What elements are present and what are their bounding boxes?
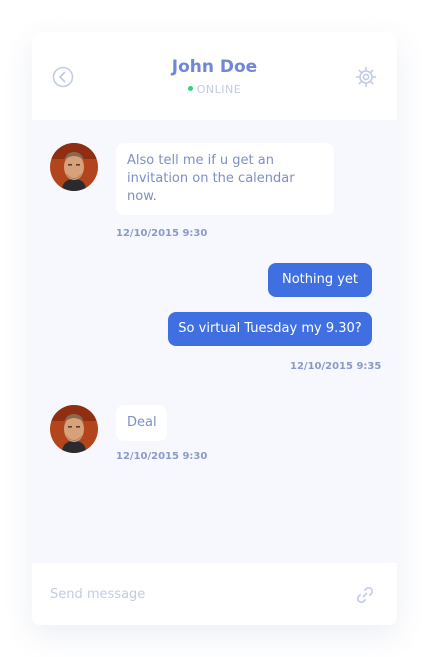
online-dot	[187, 86, 193, 91]
contact-name: John Doe	[171, 57, 258, 77]
status-label: ONLINE	[196, 83, 242, 96]
contact-avatar[interactable]	[50, 143, 98, 191]
message-timestamp: 12/10/2015 9:30	[116, 228, 208, 239]
message-bubble-outgoing: Nothing yet	[268, 263, 372, 297]
message-bubble-incoming: Deal	[116, 405, 167, 441]
avatar-photo	[50, 405, 98, 453]
link-icon[interactable]	[354, 584, 376, 606]
gear-icon[interactable]	[355, 66, 377, 88]
message-bubble-outgoing: So virtual Tuesday my 9.30?	[168, 312, 372, 346]
chat-window: John Doe ONLINE Also tell me if u get an…	[32, 32, 397, 625]
message-timestamp: 12/10/2015 9:30	[116, 451, 208, 462]
chat-header: John Doe ONLINE	[32, 32, 397, 120]
message-input[interactable]	[50, 581, 340, 607]
online-status: ONLINE	[32, 83, 397, 96]
contact-avatar[interactable]	[50, 405, 98, 453]
avatar-photo	[50, 143, 98, 191]
message-bubble-incoming: Also tell me if u get an invitation on t…	[116, 143, 334, 215]
message-timestamp: 12/10/2015 9:35	[290, 361, 382, 372]
message-composer	[32, 563, 397, 625]
